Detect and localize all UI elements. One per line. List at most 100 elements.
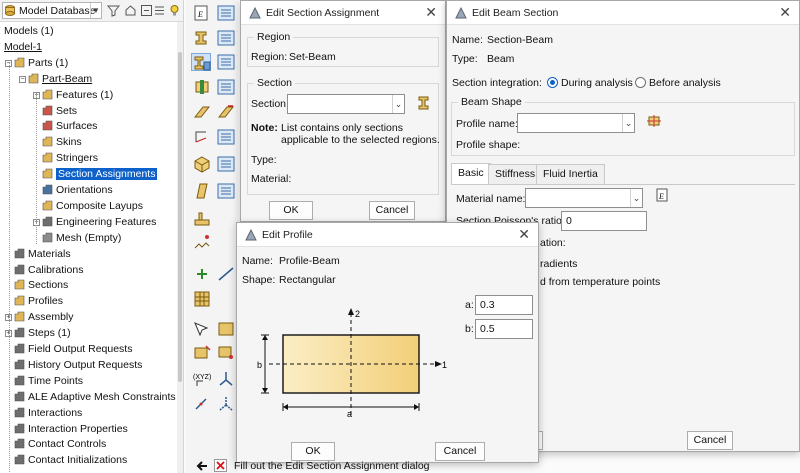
cancel-procedure-icon[interactable] [214, 459, 227, 472]
module-toolbox: E (XYZ) [186, 0, 238, 473]
datum-plane-tool[interactable] [216, 395, 236, 413]
repair-tool[interactable] [192, 343, 212, 361]
create-profile-tool[interactable] [192, 78, 212, 96]
section-manager-tool[interactable] [216, 29, 236, 47]
tree-item[interactable]: ALE Adaptive Mesh Constraints [14, 390, 176, 405]
create-material-tool[interactable]: E [192, 4, 212, 22]
orientation-manager-tool[interactable] [216, 128, 236, 146]
tree-item[interactable]: Skins [42, 135, 82, 150]
wire-icon [218, 322, 234, 336]
create-section-tool[interactable] [192, 29, 212, 47]
a-input[interactable] [475, 295, 533, 315]
beam-tangent-icon [217, 105, 235, 118]
close-icon[interactable]: ✕ [779, 4, 791, 21]
beam-orientation-tool[interactable] [192, 103, 212, 121]
tree-item[interactable]: Surfaces [42, 119, 97, 134]
profile-manager-tool[interactable] [216, 78, 236, 96]
tree-item[interactable]: Section Assignments [42, 167, 158, 182]
assign-section-tool[interactable] [191, 53, 211, 71]
before-analysis-radio[interactable] [635, 77, 646, 88]
tree-item[interactable]: Assembly [14, 310, 74, 325]
section-assignment-icon [42, 168, 53, 179]
b-label: b: [465, 323, 474, 335]
datum-point-tool[interactable] [192, 395, 212, 413]
wire-tool[interactable] [216, 320, 236, 338]
datum-csys-tool[interactable] [216, 370, 236, 388]
skin-tool[interactable] [192, 182, 212, 200]
layup-manager-tool[interactable] [216, 155, 236, 173]
tree-item[interactable]: Materials [14, 247, 71, 262]
close-icon[interactable]: ✕ [425, 4, 437, 21]
tab-basic[interactable]: Basic [451, 163, 491, 184]
tree-item[interactable]: Contact Controls [14, 437, 106, 452]
tree-item[interactable]: Time Points [14, 374, 83, 389]
tree-item[interactable]: Interactions [14, 406, 82, 421]
back-arrow-icon[interactable] [196, 460, 208, 472]
profile-name-dropdown[interactable]: ⌄ [517, 113, 635, 133]
tree-item[interactable]: Interaction Properties [14, 422, 128, 437]
prompt-text: Fill out the Edit Section Assignment dia… [234, 460, 430, 472]
skin-manager-tool[interactable] [216, 182, 236, 200]
create-section-icon[interactable] [417, 95, 431, 111]
tree-item[interactable]: Features (1) [42, 88, 113, 103]
create-material-icon[interactable]: E [655, 187, 669, 203]
close-icon[interactable]: ✕ [518, 226, 530, 243]
poisson-input[interactable] [561, 211, 647, 231]
datum-axis-tool[interactable] [216, 265, 236, 283]
tree-item[interactable]: Composite Layups [42, 199, 143, 214]
tree-item[interactable]: Sets [42, 104, 77, 119]
home-icon[interactable] [124, 4, 137, 17]
tree-item[interactable]: History Output Requests [14, 358, 142, 373]
material-manager-tool[interactable] [216, 4, 236, 22]
section-orientation-tool[interactable] [192, 128, 212, 146]
tab-stiffness[interactable]: Stiffness [488, 164, 543, 184]
section-dropdown[interactable]: ⌄ [287, 94, 405, 114]
tree-item[interactable]: Calibrations [14, 263, 83, 278]
orientation-icon [195, 131, 207, 143]
tree-options-icon[interactable] [153, 4, 166, 17]
features-icon [42, 89, 53, 99]
tree-item[interactable]: Stringers [42, 151, 98, 166]
split-tool[interactable] [216, 343, 236, 361]
tree-item[interactable]: Field Output Requests [14, 342, 132, 357]
tree-item[interactable]: Profiles [14, 294, 63, 309]
collapse-icon[interactable]: − [19, 75, 26, 83]
tree-item[interactable]: Engineering Features [42, 215, 156, 230]
query-tool[interactable] [192, 320, 212, 338]
tree-item[interactable]: Steps (1) [14, 326, 71, 341]
cancel-button[interactable]: Cancel [369, 201, 415, 220]
tree-item-label: Orientations [56, 184, 113, 196]
tab-fluid-inertia[interactable]: Fluid Inertia [536, 164, 605, 184]
tree-item[interactable]: Part-Beam [28, 72, 92, 87]
tree-item[interactable]: Parts (1) [14, 56, 68, 71]
filter-icon[interactable] [107, 4, 120, 17]
tree-item[interactable]: Contact Initializations [14, 453, 127, 468]
create-layup-tool[interactable] [192, 155, 212, 173]
special-tool[interactable] [192, 210, 212, 228]
tree-item[interactable]: Sections [14, 278, 68, 293]
tree-scrollbar[interactable] [177, 22, 183, 473]
create-profile-icon[interactable] [647, 114, 661, 128]
database-selector[interactable]: Model Database ▼ [2, 2, 102, 19]
beam-tangent-tool[interactable] [216, 103, 236, 121]
collapse-icon[interactable] [140, 4, 153, 17]
spring-tool[interactable] [192, 233, 212, 251]
tree-item[interactable]: Models (1) [4, 24, 54, 39]
tree-scrollbar-thumb[interactable] [178, 52, 182, 382]
tree-item[interactable]: Model-1 [4, 40, 42, 55]
assignment-manager-tool[interactable] [216, 53, 236, 71]
lightbulb-icon[interactable] [168, 4, 181, 17]
tree-item[interactable]: Orientations [42, 183, 113, 198]
dialog-title: Edit Section Assignment [266, 7, 380, 19]
manager-icon [217, 5, 235, 21]
partition-tool[interactable] [192, 290, 212, 308]
during-analysis-radio[interactable] [547, 77, 558, 88]
cancel-button[interactable]: Cancel [687, 431, 733, 450]
csys-tool[interactable]: (XYZ) [192, 370, 212, 388]
profile-shape-label: Profile shape: [456, 139, 521, 151]
b-input[interactable] [475, 319, 533, 339]
add-point-tool[interactable] [192, 265, 212, 283]
tree-item[interactable]: Mesh (Empty) [42, 231, 121, 246]
material-name-dropdown[interactable]: ⌄ [525, 188, 643, 208]
ok-button[interactable]: OK [269, 201, 313, 220]
